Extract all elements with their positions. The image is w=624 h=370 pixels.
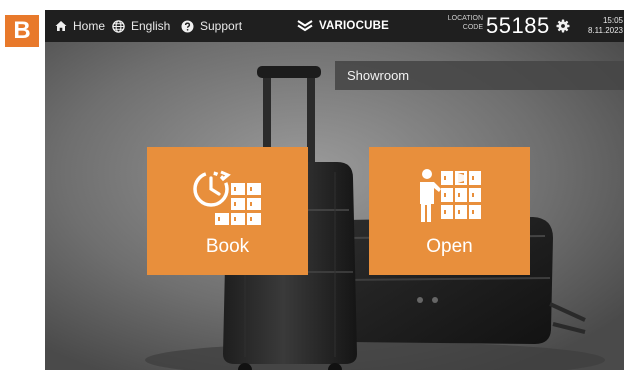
panel-label: B (5, 15, 39, 47)
support-nav-label: Support (200, 19, 243, 33)
clock-time: 15:05 (602, 16, 623, 25)
brand-logo: VARIOCUBE (297, 10, 389, 42)
figure-frame: B Home English Support VARIOCUBE LOCATIO… (0, 0, 624, 370)
site-name: Showroom (347, 68, 410, 83)
clock-date: 8.11.2023 (588, 26, 623, 35)
settings-button[interactable] (556, 19, 570, 36)
book-button[interactable]: Book (147, 147, 308, 275)
language-nav-label: English (131, 19, 171, 33)
brand-name: VARIOCUBE (319, 20, 389, 32)
kiosk-screen: Home English Support VARIOCUBE LOCATION … (45, 10, 624, 370)
location-code-caption: LOCATION CODE (443, 14, 483, 32)
background-luggage-image (45, 42, 624, 370)
site-name-bar: Showroom (335, 61, 624, 90)
variocube-logo-icon (297, 20, 313, 32)
support-nav-button[interactable]: Support (181, 10, 242, 42)
location-code-value: 55185 (486, 13, 550, 38)
top-bar: Home English Support VARIOCUBE LOCATION … (45, 10, 624, 42)
open-button-label: Open (426, 236, 473, 257)
home-nav-button[interactable]: Home (55, 10, 105, 42)
globe-icon (112, 19, 125, 33)
language-nav-button[interactable]: English (112, 10, 170, 42)
location-caption-line2: CODE (462, 24, 483, 31)
location-caption-line1: LOCATION (447, 15, 483, 22)
book-button-label: Book (205, 236, 250, 257)
open-button[interactable]: Open (369, 147, 530, 275)
gear-icon (556, 19, 570, 33)
home-nav-label: Home (73, 19, 106, 33)
home-icon (55, 21, 67, 31)
clock-lockers-icon (192, 170, 261, 225)
clock-display: 15:05 8.11.2023 (583, 16, 623, 36)
help-icon (181, 20, 194, 32)
person-lockers-icon (419, 169, 481, 222)
